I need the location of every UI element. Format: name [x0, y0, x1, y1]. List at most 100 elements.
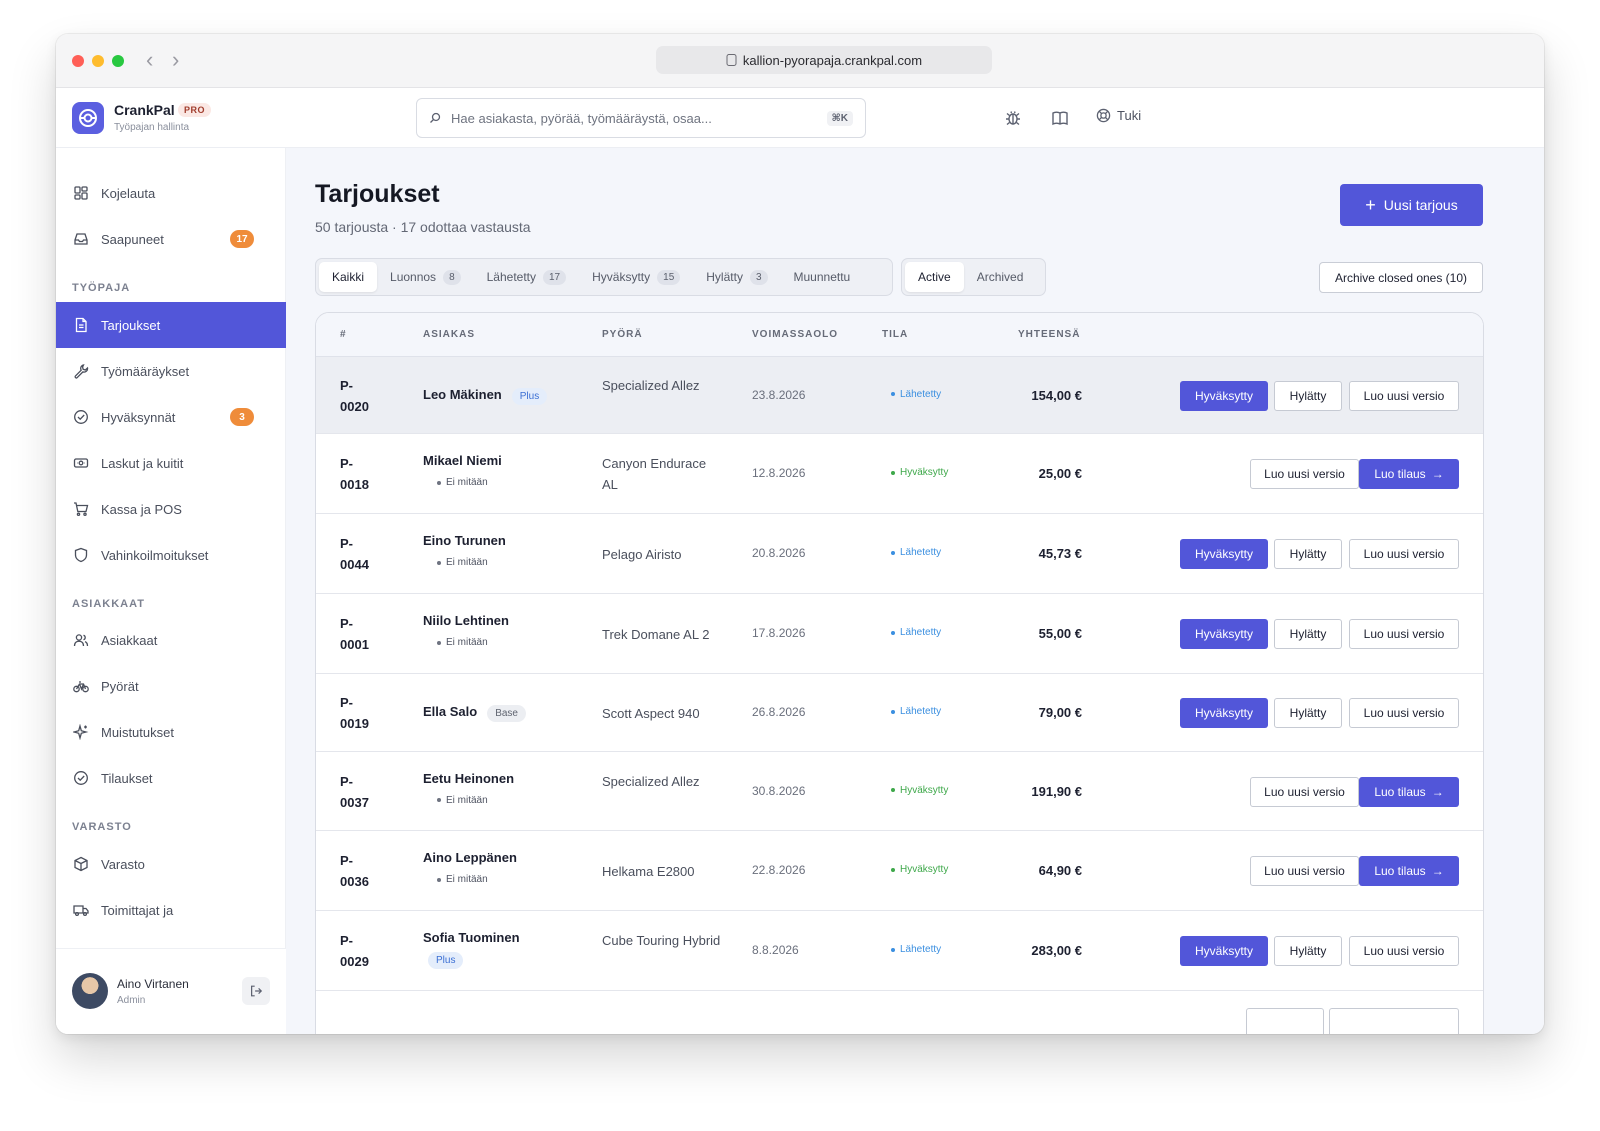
column-header-bike[interactable]: PYÖRÄ	[602, 329, 643, 340]
column-header-valid-until[interactable]: VOIMASSAOLO	[752, 329, 838, 340]
sidebar-item-inbox[interactable]: Saapuneet 17	[56, 216, 286, 262]
column-header-total[interactable]: YHTEENSÄ	[1018, 329, 1080, 340]
section-label-inventory: VARASTO	[72, 821, 132, 833]
row-action-button[interactable]	[1246, 1008, 1324, 1034]
customer-name[interactable]: Mikael Niemi	[423, 453, 502, 468]
filter-all[interactable]: Kaikki	[319, 262, 378, 292]
create-order-button[interactable]: Luo tilaus →	[1359, 776, 1459, 807]
create-order-button[interactable]: Luo tilaus →	[1359, 856, 1459, 886]
logout-button[interactable]	[242, 977, 270, 1005]
sidebar-item-damage-reports[interactable]: Vahinkoilmoitukset	[56, 532, 286, 578]
view-archived[interactable]: Archived	[964, 262, 1037, 292]
reject-button[interactable]: Hylätty	[1274, 698, 1342, 728]
column-header-customer[interactable]: ASIAKAS	[423, 329, 475, 340]
sidebar-item-invoices[interactable]: Laskut ja kuitit	[56, 440, 286, 486]
filter-sent[interactable]: Lähetetty 17	[474, 262, 580, 292]
approve-button[interactable]: Hyväksytty	[1180, 698, 1268, 728]
customer-name[interactable]: Niilo Lehtinen	[423, 613, 509, 628]
sidebar-item-bikes[interactable]: Pyörät	[56, 663, 286, 709]
approve-button[interactable]: Hyväksytty	[1180, 539, 1268, 569]
logout-icon	[251, 985, 263, 997]
table-row[interactable]: P- 0037 Eetu Heinonen Ei mitään Specialized …	[316, 752, 1483, 831]
new-version-button[interactable]: Luo uusi versio	[1349, 698, 1459, 728]
sidebar-item-pos[interactable]: Kassa ja POS	[56, 486, 286, 532]
forward-arrow-icon[interactable]: ›	[172, 48, 179, 72]
bike-model: Cube Touring Hybrid	[602, 933, 721, 948]
global-search[interactable]: Hae asiakasta, pyörää, työmääräystä, osa…	[416, 98, 866, 138]
filter-rejected[interactable]: Hylätty 3	[693, 262, 780, 292]
url-text: kallion-pyorapaja.crankpal.com	[742, 52, 923, 68]
customer-name[interactable]: Eino Turunen	[423, 533, 506, 548]
customer-name[interactable]: Aino Leppänen	[423, 850, 517, 865]
back-arrow-icon[interactable]: ‹	[146, 48, 153, 72]
approve-button[interactable]: Hyväksytty	[1180, 619, 1268, 649]
new-version-button[interactable]: Luo uusi versio	[1250, 776, 1359, 807]
sidebar-item-customers[interactable]: Asiakkaat	[56, 617, 286, 663]
membership-status-text: Ei mitään	[446, 794, 488, 806]
filter-draft[interactable]: Luonnos 8	[377, 262, 474, 292]
approve-button[interactable]: Hyväksytty	[1180, 380, 1268, 411]
sidebar-item-orders[interactable]: Tilaukset	[56, 755, 286, 801]
bug-icon[interactable]	[1004, 109, 1022, 127]
maximize-window-button[interactable]	[112, 55, 124, 67]
bike-model: Helkama E2800	[602, 864, 695, 879]
table-row[interactable]: P- 0019 Ella Salo Base Scott Aspect 940 26.8.…	[316, 674, 1483, 752]
new-quote-button[interactable]: + Uusi tarjous	[1340, 184, 1483, 226]
create-order-button[interactable]: Luo tilaus →	[1359, 459, 1459, 489]
close-window-button[interactable]	[72, 55, 84, 67]
row-action-button[interactable]	[1329, 1008, 1459, 1034]
search-input[interactable]: Hae asiakasta, pyörää, työmääräystä, osa…	[451, 111, 817, 126]
new-version-button[interactable]: Luo uusi versio	[1349, 936, 1459, 966]
status-badge: Lähetetty	[891, 389, 941, 400]
column-header-status[interactable]: TILA	[882, 329, 908, 340]
sidebar-item-approvals[interactable]: Hyväksynnät 3	[56, 394, 286, 440]
book-icon[interactable]	[1051, 109, 1069, 127]
sidebar-item-reminders[interactable]: Muistutukset	[56, 709, 286, 755]
minimize-window-button[interactable]	[92, 55, 104, 67]
table-row[interactable]: P- 0001 Niilo Lehtinen Ei mitään Trek Domane…	[316, 594, 1483, 674]
crankpal-logo[interactable]	[72, 102, 104, 134]
table-row[interactable]	[316, 991, 1483, 1034]
table-row[interactable]: P- 0036 Aino Leppänen Ei mitään Helkama E280…	[316, 831, 1483, 911]
address-bar[interactable]: kallion-pyorapaja.crankpal.com	[656, 46, 992, 74]
table-row[interactable]: P- 0018 Mikael Niemi Ei mitään Canyon Endura…	[316, 434, 1483, 514]
avatar[interactable]	[72, 973, 108, 1009]
reject-button[interactable]: Hylätty	[1274, 380, 1342, 411]
membership-badge: Plus	[428, 952, 464, 969]
customer-name[interactable]: Sofia Tuominen	[423, 930, 520, 945]
browser-window: ‹ › kallion-pyorapaja.crankpal.com Crank…	[56, 34, 1544, 1034]
reject-button[interactable]: Hylätty	[1274, 619, 1342, 649]
quote-id-number: 0036	[340, 874, 369, 889]
new-version-button[interactable]: Luo uusi versio	[1349, 619, 1459, 649]
main-content: Tarjoukset 50 tarjousta · 17 odottaa vas…	[286, 148, 1544, 1034]
support-label: Tuki	[1117, 108, 1142, 123]
archive-closed-button[interactable]: Archive closed ones (10)	[1319, 262, 1483, 293]
approve-button[interactable]: Hyväksytty	[1180, 936, 1268, 966]
support-link[interactable]: Tuki	[1096, 108, 1141, 123]
reject-button[interactable]: Hylätty	[1274, 936, 1342, 966]
bike-model: Specialized Allez	[602, 773, 700, 789]
status-text: Hyväksytty	[900, 467, 949, 478]
new-version-button[interactable]: Luo uusi versio	[1349, 380, 1459, 411]
filter-approved[interactable]: Hyväksytty 15	[579, 262, 693, 292]
table-row[interactable]: P- 0044 Eino Turunen Ei mitään Pelago Airist…	[316, 514, 1483, 594]
filter-converted[interactable]: Muunnettu	[781, 262, 864, 292]
sidebar-item-inventory[interactable]: Varasto	[56, 841, 286, 887]
customer-name[interactable]: Eetu Heinonen	[423, 771, 514, 786]
new-version-button[interactable]: Luo uusi versio	[1349, 539, 1459, 569]
customer-name[interactable]: Leo Mäkinen Plus	[423, 387, 548, 405]
view-active[interactable]: Active	[905, 262, 964, 292]
sidebar-item-suppliers[interactable]: Toimittajat ja	[56, 887, 286, 933]
table-row[interactable]: P- 0029 Sofia Tuominen Plus Cube Touring Hyb…	[316, 911, 1483, 991]
status-dot	[437, 877, 441, 882]
new-version-button[interactable]: Luo uusi versio	[1250, 856, 1359, 886]
sidebar-item-work-orders[interactable]: Työmääräykset	[56, 348, 286, 394]
sidebar-item-dashboard[interactable]: Kojelauta	[56, 170, 286, 216]
reject-button[interactable]: Hylätty	[1274, 539, 1342, 569]
new-version-button[interactable]: Luo uusi versio	[1250, 459, 1359, 489]
sidebar-item-quotes[interactable]: Tarjoukset	[56, 302, 286, 348]
table-row[interactable]: P- 0020 Leo Mäkinen Plus Specialized Allez 23…	[316, 357, 1483, 434]
column-header-id[interactable]: #	[340, 329, 347, 340]
quote-id: P- 0036	[340, 850, 380, 892]
customer-name[interactable]: Ella Salo Base	[423, 704, 526, 722]
